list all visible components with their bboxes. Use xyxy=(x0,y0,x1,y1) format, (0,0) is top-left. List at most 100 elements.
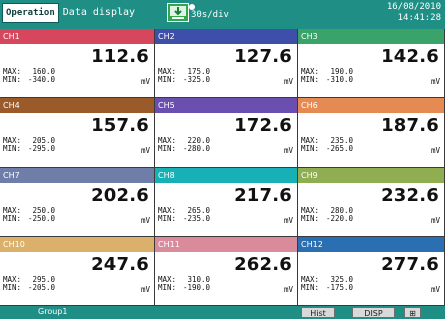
channel-stats: MAX: 295.0 MIN: -205.0 xyxy=(3,275,56,292)
channel-cell-ch2[interactable]: CH2 127.6 MAX: 175.0 MIN: -325.0 mV xyxy=(155,29,298,99)
min-value: -340.0 xyxy=(27,75,56,84)
channel-stats: MAX: 190.0 MIN: -310.0 xyxy=(301,68,353,84)
channel-name: CH9 xyxy=(298,167,444,183)
channel-stats: MAX: 310.0 MIN: -190.0 xyxy=(158,275,210,292)
bottom-softkey-bar: Group1 Hist DISP ⊞ xyxy=(0,306,445,319)
min-label: MIN: xyxy=(158,75,177,84)
channel-stats: MAX: 175.0 MIN: -325.0 xyxy=(158,68,210,84)
min-value: -265.0 xyxy=(325,144,354,154)
channel-name: CH8 xyxy=(155,167,297,183)
channel-value: 157.6 xyxy=(91,115,149,137)
channel-name: CH7 xyxy=(0,167,154,183)
min-label: MIN: xyxy=(158,144,177,154)
channel-unit: mV xyxy=(140,146,150,156)
channel-stats: MAX: 235.0 MIN: -265.0 xyxy=(301,137,353,153)
date-time: 16/08/2010 14:41:28 xyxy=(387,2,441,24)
min-row: MIN: -220.0 xyxy=(301,213,354,223)
channel-unit: mV xyxy=(283,146,293,156)
record-status-icon xyxy=(167,3,189,22)
min-value: -280.0 xyxy=(182,144,211,154)
min-row: MIN: -265.0 xyxy=(301,145,353,153)
min-row: MIN: -295.0 xyxy=(3,145,55,153)
min-label: MIN: xyxy=(3,75,22,84)
min-label: MIN: xyxy=(301,213,320,223)
channel-cell-ch12[interactable]: CH12 277.6 MAX: 325.0 MIN: -175.0 mV xyxy=(298,236,445,306)
channel-cell-ch1[interactable]: CH1 112.6 MAX: 160.0 MIN: -340.0 mV xyxy=(0,29,155,99)
channel-cell-ch3[interactable]: CH3 142.6 MAX: 190.0 MIN: -310.0 mV xyxy=(298,29,445,99)
min-label: MIN: xyxy=(3,282,22,292)
channel-cell-ch7[interactable]: CH7 202.6 MAX: 250.0 MIN: -250.0 mV xyxy=(0,167,155,237)
channel-cell-ch8[interactable]: CH8 217.6 MAX: 265.0 MIN: -235.0 mV xyxy=(155,167,298,237)
recorder-screen: Operation Data display 30s/div 16/08/201… xyxy=(0,0,445,319)
channel-cell-ch4[interactable]: CH4 157.6 MAX: 205.0 MIN: -295.0 mV xyxy=(0,98,155,168)
channel-name: CH3 xyxy=(298,29,444,44)
channel-value: 187.6 xyxy=(381,115,439,137)
channel-value: 247.6 xyxy=(91,253,149,275)
min-value: -325.0 xyxy=(182,75,211,84)
channel-unit: mV xyxy=(283,77,293,86)
group-label[interactable]: Group1 xyxy=(38,307,67,316)
channel-unit: mV xyxy=(430,284,440,294)
time-div-readout: 30s/div xyxy=(191,10,229,20)
channel-unit: mV xyxy=(283,284,293,294)
time-readout: 14:41:28 xyxy=(397,13,441,23)
channel-unit: mV xyxy=(140,284,150,294)
min-label: MIN: xyxy=(301,75,320,84)
channel-name: CH1 xyxy=(0,29,154,44)
channel-cell-ch10[interactable]: CH10 247.6 MAX: 295.0 MIN: -205.0 mV xyxy=(0,236,155,306)
min-label: MIN: xyxy=(301,282,320,292)
channel-name: CH10 xyxy=(0,236,154,252)
channel-unit: mV xyxy=(430,215,440,225)
channel-unit: mV xyxy=(430,146,440,156)
min-row: MIN: -190.0 xyxy=(158,282,210,292)
min-row: MIN: -235.0 xyxy=(158,213,211,223)
min-value: -205.0 xyxy=(27,282,56,292)
hist-softkey[interactable]: Hist xyxy=(301,307,335,318)
min-label: MIN: xyxy=(158,282,177,292)
min-value: -295.0 xyxy=(27,144,56,154)
channel-cell-ch6[interactable]: CH6 187.6 MAX: 235.0 MIN: -265.0 mV xyxy=(298,98,445,168)
channel-stats: MAX: 205.0 MIN: -295.0 xyxy=(3,137,55,153)
channel-value: 277.6 xyxy=(381,253,439,275)
min-value: -220.0 xyxy=(325,213,354,223)
min-row: MIN: -325.0 xyxy=(158,76,210,84)
channel-stats: MAX: 220.0 MIN: -280.0 xyxy=(158,137,210,153)
channel-value: 112.6 xyxy=(91,46,149,67)
channel-name: CH2 xyxy=(155,29,297,44)
min-row: MIN: -280.0 xyxy=(158,145,210,153)
min-label: MIN: xyxy=(3,144,22,154)
channel-value: 172.6 xyxy=(234,115,292,137)
channel-name: CH12 xyxy=(298,236,444,252)
channel-grid: CH1 112.6 MAX: 160.0 MIN: -340.0 mV CH2 127.6 MAX… xyxy=(0,29,445,306)
top-status-bar: Operation Data display 30s/div 16/08/201… xyxy=(0,0,445,30)
channel-unit: mV xyxy=(140,77,150,86)
min-value: -235.0 xyxy=(182,213,211,223)
channel-cell-ch11[interactable]: CH11 262.6 MAX: 310.0 MIN: -190.0 mV xyxy=(155,236,298,306)
channel-unit: mV xyxy=(140,215,150,225)
min-value: -310.0 xyxy=(325,75,354,84)
channel-value: 217.6 xyxy=(234,184,292,206)
channel-value: 232.6 xyxy=(381,184,439,206)
channel-stats: MAX: 325.0 MIN: -175.0 xyxy=(301,275,354,292)
channel-name: CH6 xyxy=(298,98,444,114)
channel-unit: mV xyxy=(430,77,440,86)
channel-name: CH5 xyxy=(155,98,297,114)
mode-indicator: Operation Data display xyxy=(2,3,135,23)
disp-softkey[interactable]: DISP xyxy=(352,307,395,318)
screen-title: Data display xyxy=(62,7,136,18)
channel-stats: MAX: 250.0 MIN: -250.0 xyxy=(3,206,56,223)
layout-grid-icon[interactable]: ⊞ xyxy=(404,307,421,318)
operation-mode-button[interactable]: Operation xyxy=(2,3,59,23)
channel-stats: MAX: 265.0 MIN: -235.0 xyxy=(158,206,211,223)
min-value: -250.0 xyxy=(27,213,56,223)
channel-value: 142.6 xyxy=(381,46,439,67)
min-row: MIN: -205.0 xyxy=(3,282,56,292)
channel-cell-ch9[interactable]: CH9 232.6 MAX: 280.0 MIN: -220.0 mV xyxy=(298,167,445,237)
channel-name: CH4 xyxy=(0,98,154,114)
channel-stats: MAX: 160.0 MIN: -340.0 xyxy=(3,68,55,84)
channel-cell-ch5[interactable]: CH5 172.6 MAX: 220.0 MIN: -280.0 mV xyxy=(155,98,298,168)
date-readout: 16/08/2010 xyxy=(386,2,441,12)
min-row: MIN: -310.0 xyxy=(301,76,353,84)
min-value: -175.0 xyxy=(325,282,354,292)
channel-unit: mV xyxy=(283,215,293,225)
